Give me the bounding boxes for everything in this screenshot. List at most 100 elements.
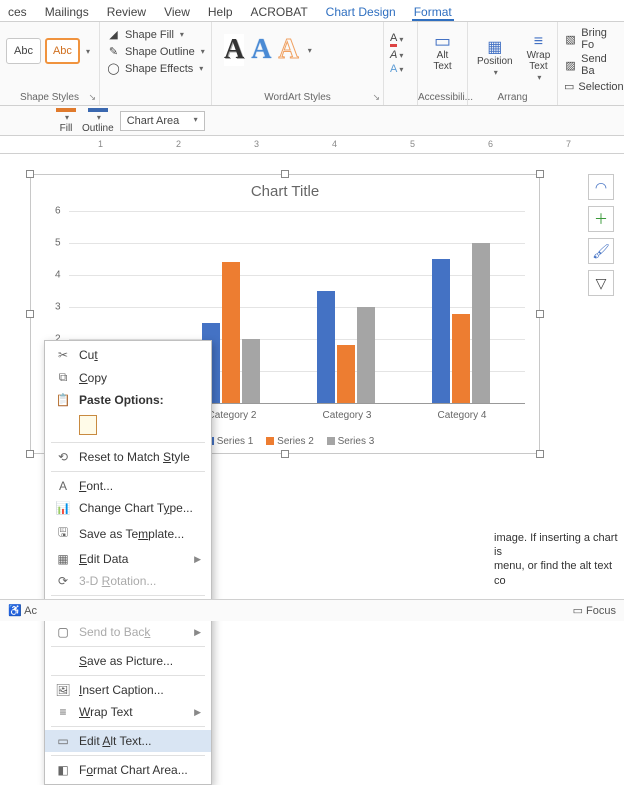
paste-icon: 📋 [55,393,71,407]
shape-outline-button[interactable]: ✎Shape Outline▾ [106,43,205,60]
rotation-icon: ⟳ [55,574,71,588]
wrap-icon: ≡ [55,705,71,719]
ctx-send-to-back: ▢Send to Back▶ [45,621,211,643]
bar-series2[interactable] [337,345,355,403]
funnel-icon: ▽ [596,275,607,292]
text-fill-button[interactable]: A▾ [390,32,411,47]
bucket-icon: ◢ [106,27,121,42]
alt-icon: ▭ [55,734,71,748]
resize-handle[interactable] [26,170,34,178]
caption-icon: 🖼 [55,683,71,697]
ribbon-tabs: ces Mailings Review View Help ACROBAT Ch… [0,0,624,22]
plus-icon: ＋ [594,209,608,229]
wordart-preset-3[interactable]: A [278,34,298,66]
tab-mailings[interactable]: Mailings [43,4,91,21]
tab-acrobat[interactable]: ACROBAT [249,4,310,21]
chart-elements-button[interactable]: ＋ [588,206,614,232]
tab-format[interactable]: Format [412,4,454,21]
send-backward-button[interactable]: ▨Send Ba [564,52,618,78]
shape-style-preset-2[interactable]: Abc [45,38,80,64]
outline-button[interactable]: ▾Outline [82,108,114,134]
alt-text-button[interactable]: ▭ Alt Text [424,32,461,74]
bar-series2[interactable] [222,262,240,403]
document-area: Chart Title 0 1 2 3 4 5 6 Category 2 Cat… [0,154,624,614]
ctx-3d-rotation: ⟳3-D Rotation... [45,570,211,592]
ctx-change-chart-type[interactable]: 📊Change Chart Type... [45,497,211,519]
text-outline-button[interactable]: A▾ [390,49,411,61]
ctx-copy[interactable]: ⧉Copy [45,366,211,389]
arc-icon: ◠ [595,179,607,196]
context-menu: ✂Cut ⧉Copy 📋Paste Options: ⟲Reset to Mat… [44,340,212,785]
tab-help[interactable]: Help [206,4,235,21]
chart-title[interactable]: Chart Title [31,183,539,200]
shape-effects-button[interactable]: ◯Shape Effects▾ [106,60,205,77]
bar-series3[interactable] [357,307,375,403]
ctx-format-chart-area[interactable]: ◧Format Chart Area... [45,759,211,781]
chart-side-tools: ◠ ＋ 🖌 ▽ [588,174,614,296]
resize-handle[interactable] [536,450,544,458]
position-icon: ▦ [487,40,502,55]
selection-pane-button[interactable]: ▭Selection [564,78,618,95]
bar-series1[interactable] [317,291,335,403]
resize-handle[interactable] [536,310,544,318]
wordart-preset-1[interactable]: A [224,34,244,66]
chart-color-button[interactable]: 🖌 [588,238,614,264]
chart-icon: 📊 [55,501,71,515]
accessibility-status[interactable]: ♿ Ac [8,604,37,617]
wrap-icon: ≡ [531,34,546,49]
format-icon: ◧ [55,763,71,777]
ctx-save-picture[interactable]: Save as Picture... [45,650,211,672]
tab-review[interactable]: Review [105,4,148,21]
bar-series2[interactable] [452,314,470,403]
tab-references[interactable]: ces [6,4,29,21]
ctx-save-template[interactable]: 🖫Save as Template... [45,519,211,548]
ctx-edit-alt-text[interactable]: ▭Edit Alt Text... [45,730,211,752]
wordart-more-icon[interactable]: ▾ [308,46,312,55]
resize-handle[interactable] [281,170,289,178]
data-icon: ▦ [55,552,71,566]
clipboard-icon [79,415,97,435]
send-backward-icon: ▨ [564,58,577,73]
shape-style-more-icon[interactable]: ▾ [86,47,90,56]
fill-button[interactable]: ▾Fill [56,108,76,134]
ctx-insert-caption[interactable]: 🖼Insert Caption... [45,679,211,701]
shape-fill-button[interactable]: ◢Shape Fill▾ [106,26,205,43]
tab-view[interactable]: View [162,4,192,21]
bar-series3[interactable] [242,339,260,403]
selection-toolbar: ▾Fill ▾Outline Chart Area▾ [0,106,624,136]
reset-icon: ⟲ [55,450,71,464]
bar-series1[interactable] [432,259,450,403]
font-icon: A [55,479,71,493]
focus-mode-button[interactable]: ▭ Focus [573,604,616,617]
resize-handle[interactable] [26,450,34,458]
resize-handle[interactable] [26,310,34,318]
resize-handle[interactable] [536,170,544,178]
ctx-paste-clipboard[interactable] [45,411,211,439]
bring-forward-icon: ▧ [564,32,577,47]
bar-series3[interactable] [472,243,490,403]
tab-chart-design[interactable]: Chart Design [324,4,398,21]
copy-icon: ⧉ [55,370,71,385]
wrap-text-button[interactable]: ≡Wrap Text▾ [524,32,554,84]
resize-handle[interactable] [281,450,289,458]
shape-style-preset-1[interactable]: Abc [6,38,41,64]
ctx-reset-style[interactable]: ⟲Reset to Match Style [45,446,211,468]
ribbon-body: Abc Abc ▾ Shape Styles ↘ ◢Shape Fill▾ ✎S… [0,22,624,106]
ctx-cut[interactable]: ✂Cut [45,344,211,366]
chart-styles-button[interactable]: ◠ [588,174,614,200]
chart-element-select[interactable]: Chart Area▾ [120,111,205,131]
wordart-launcher-icon[interactable]: ↘ [372,92,380,103]
text-effects-button[interactable]: A▾ [390,63,411,75]
position-button[interactable]: ▦Position▾ [474,38,516,79]
chart-filter-button[interactable]: ▽ [588,270,614,296]
bring-forward-button[interactable]: ▧Bring Fo [564,26,618,52]
wordart-preset-2[interactable]: A [251,34,271,66]
status-bar: ♿ Ac ▭ Focus [0,599,624,621]
ctx-wrap-text[interactable]: ≡Wrap Text▶ [45,701,211,723]
group-label-arrange: Arrang [468,92,557,103]
shape-styles-launcher-icon[interactable]: ↘ [88,92,96,103]
ctx-font[interactable]: AFont... [45,475,211,497]
group-label-shape-styles: Shape Styles [0,92,99,103]
ctx-edit-data[interactable]: ▦Edit Data▶ [45,548,211,570]
ctx-paste-options: 📋Paste Options: [45,389,211,411]
